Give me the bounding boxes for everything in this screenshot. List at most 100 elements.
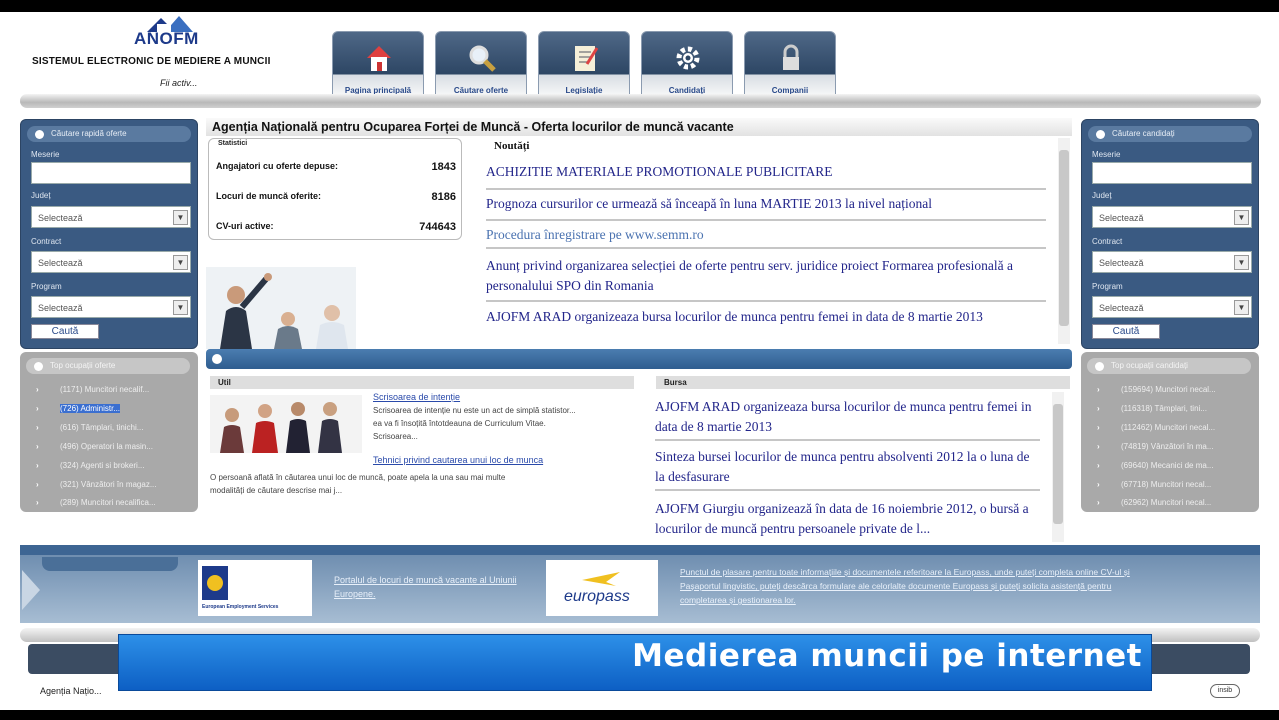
logo-text[interactable]: ANOFM	[134, 29, 199, 49]
app-title: SISTEMUL ELECTRONIC DE MEDIERE A MUNCII	[32, 56, 271, 67]
cover-letter-text: ea va fi însoțită întotdeauna de Curricu…	[373, 419, 546, 428]
home-icon	[367, 46, 391, 71]
top-occupations-offers-title: Top ocupații oferte	[26, 358, 190, 374]
nav-search-offers-button[interactable]: Căutare oferte	[435, 31, 527, 101]
job-label: Meserie	[1092, 150, 1121, 159]
business-people-image	[206, 267, 356, 349]
top-divider-bar	[20, 94, 1261, 108]
europass-logo-text: europass	[564, 588, 630, 605]
bursa-item[interactable]: AJOFM ARAD organizeaza bursa locurilor d…	[655, 397, 1040, 441]
occupation-item[interactable]: › (324) Agenti si brokeri...	[30, 459, 190, 473]
cover-letter-link[interactable]: Scrisoarea de intenție	[373, 392, 460, 402]
occupation-item[interactable]: › (62962) Muncitori necal...	[1091, 496, 1251, 510]
stat-employers: Angajatori cu oferte depuse: 1843	[216, 161, 456, 173]
occupation-item[interactable]: › (159694) Muncitori necal...	[1091, 383, 1251, 397]
occupation-item[interactable]: › (116318) Tâmplari, tini...	[1091, 402, 1251, 416]
candidate-program-select[interactable]: Selectează ▼	[1092, 296, 1252, 318]
quick-search-offers-title: Căutare rapidă oferte	[27, 126, 191, 142]
document-icon	[575, 46, 599, 71]
search-candidates-button[interactable]: Caută	[1092, 324, 1160, 339]
chevron-down-icon: ▼	[173, 210, 188, 225]
bursa-item[interactable]: AJOFM Giurgiu organizează în data de 16 …	[655, 499, 1040, 541]
occupation-item[interactable]: › (289) Muncitori necalifica...	[30, 496, 190, 510]
job-search-text: modalități de căutare descrise mai j...	[210, 486, 343, 495]
chevron-down-icon: ▼	[1234, 210, 1249, 225]
cover-letter-text: Scrisoarea...	[373, 432, 418, 441]
statistics-legend: Statistici	[216, 140, 250, 147]
candidate-search-panel: Căutare candidați Meserie Județ Selectea…	[1081, 119, 1259, 349]
chevron-down-icon: ▼	[1234, 255, 1249, 270]
job-search-techniques-link[interactable]: Tehnici privind cautarea unui loc de mun…	[373, 455, 543, 465]
eures-logo[interactable]: European Employment Services	[198, 560, 312, 616]
candidate-county-select[interactable]: Selectează ▼	[1092, 206, 1252, 228]
nav-home-button[interactable]: Pagina principală	[332, 31, 424, 101]
occupation-item[interactable]: › (1171) Muncitori necalif...	[30, 383, 190, 397]
chevron-right-icon[interactable]	[20, 568, 44, 612]
news-item[interactable]: Prognoza cursurilor ce urmează să înceap…	[486, 194, 1046, 221]
occupation-item[interactable]: › (496) Operatori la masin...	[30, 440, 190, 454]
occupation-item[interactable]: › (67718) Muncitori necal...	[1091, 478, 1251, 492]
chevron-down-icon: ▼	[173, 300, 188, 315]
eures-caption: European Employment Services	[202, 604, 279, 610]
nav-companies-button[interactable]: Companii	[744, 31, 836, 101]
occupation-item[interactable]: › (726) Administr...	[30, 402, 190, 416]
nav-legislation-button[interactable]: Legislație	[538, 31, 630, 101]
partner-logo[interactable]: insib	[1210, 684, 1240, 698]
county-label: Județ	[31, 191, 51, 200]
stat-jobs: Locuri de muncă oferite: 8186	[216, 191, 456, 203]
job-search-text: O persoană aflată în căutarea unui loc d…	[210, 473, 506, 482]
news-item[interactable]: Anunț privind organizarea selecției de o…	[486, 256, 1046, 302]
program-select[interactable]: Selectează ▼	[31, 296, 191, 318]
lock-icon	[783, 44, 799, 70]
chevron-down-icon: ▼	[1234, 300, 1249, 315]
occupation-item[interactable]: › (321) Vânzători în magaz...	[30, 478, 190, 492]
europass-link[interactable]: Punctul de plasare pentru toate informaț…	[680, 565, 1140, 607]
candidate-job-input[interactable]	[1092, 162, 1252, 184]
collapse-icon[interactable]	[1095, 362, 1104, 371]
news-item[interactable]: AJOFM ARAD organizeaza bursa locurilor d…	[486, 307, 1046, 343]
collapse-icon[interactable]	[35, 130, 44, 139]
contract-label: Contract	[1092, 237, 1123, 246]
stat-cvs: CV-uri active: 744643	[216, 221, 456, 233]
contract-select[interactable]: Selectează ▼	[31, 251, 191, 273]
top-occupations-candidates-title: Top ocupații candidați	[1087, 358, 1251, 374]
middle-bar	[206, 349, 1072, 369]
job-input[interactable]	[31, 162, 191, 184]
job-label: Meserie	[31, 150, 60, 159]
star-icon	[582, 572, 620, 586]
candidate-contract-select[interactable]: Selectează ▼	[1092, 251, 1252, 273]
footer-tab	[42, 557, 178, 571]
program-label: Program	[31, 282, 62, 291]
top-occupations-candidates-panel: Top ocupații candidați › (159694) Muncito…	[1081, 352, 1259, 512]
bursa-heading: Bursa	[656, 376, 1070, 389]
util-heading: Util	[210, 376, 634, 389]
top-occupations-offers-panel: Top ocupații oferte › (1171) Muncitori ne…	[20, 352, 198, 512]
occupation-item[interactable]: › (616) Tâmplari, tinichi...	[30, 421, 190, 435]
nav-candidates-button[interactable]: Candidați	[641, 31, 733, 101]
collapse-icon[interactable]	[212, 354, 222, 364]
bursa-scrollbar[interactable]	[1052, 392, 1064, 542]
eures-portal-link[interactable]: Portalul de locuri de muncă vacante al U…	[334, 573, 534, 601]
search-offers-button[interactable]: Caută	[31, 324, 99, 339]
occupation-item[interactable]: › (112462) Muncitori necal...	[1091, 421, 1251, 435]
caption-text: Medierea muncii pe internet	[632, 638, 1142, 674]
bursa-item[interactable]: Sinteza bursei locurilor de munca pentru…	[655, 447, 1040, 491]
contract-label: Contract	[31, 237, 62, 246]
statistics-box: Angajatori cu oferte depuse: 1843 Locuri …	[208, 138, 462, 240]
chevron-down-icon: ▼	[173, 255, 188, 270]
news-item[interactable]: ACHIZITIE MATERIALE PROMOTIONALE PUBLICI…	[486, 162, 1046, 190]
news-item[interactable]: Procedura înregistrare pe www.semm.ro	[486, 225, 1046, 249]
candidate-search-title: Căutare candidați	[1088, 126, 1252, 142]
news-scrollbar[interactable]	[1058, 138, 1070, 344]
cover-letter-text: Scrisoarea de intenție nu este un act de…	[373, 406, 576, 415]
collapse-icon[interactable]	[1096, 130, 1105, 139]
tagline: Fii activ...	[160, 78, 198, 88]
europass-logo[interactable]: europass	[546, 560, 658, 616]
occupation-item[interactable]: › (69640) Mecanici de ma...	[1091, 459, 1251, 473]
program-label: Program	[1092, 282, 1123, 291]
occupation-item[interactable]: › (74819) Vânzători în ma...	[1091, 440, 1251, 454]
eures-emblem-icon	[202, 566, 228, 600]
news-heading: Noutăți	[494, 140, 530, 152]
county-select[interactable]: Selectează ▼	[31, 206, 191, 228]
collapse-icon[interactable]	[34, 362, 43, 371]
